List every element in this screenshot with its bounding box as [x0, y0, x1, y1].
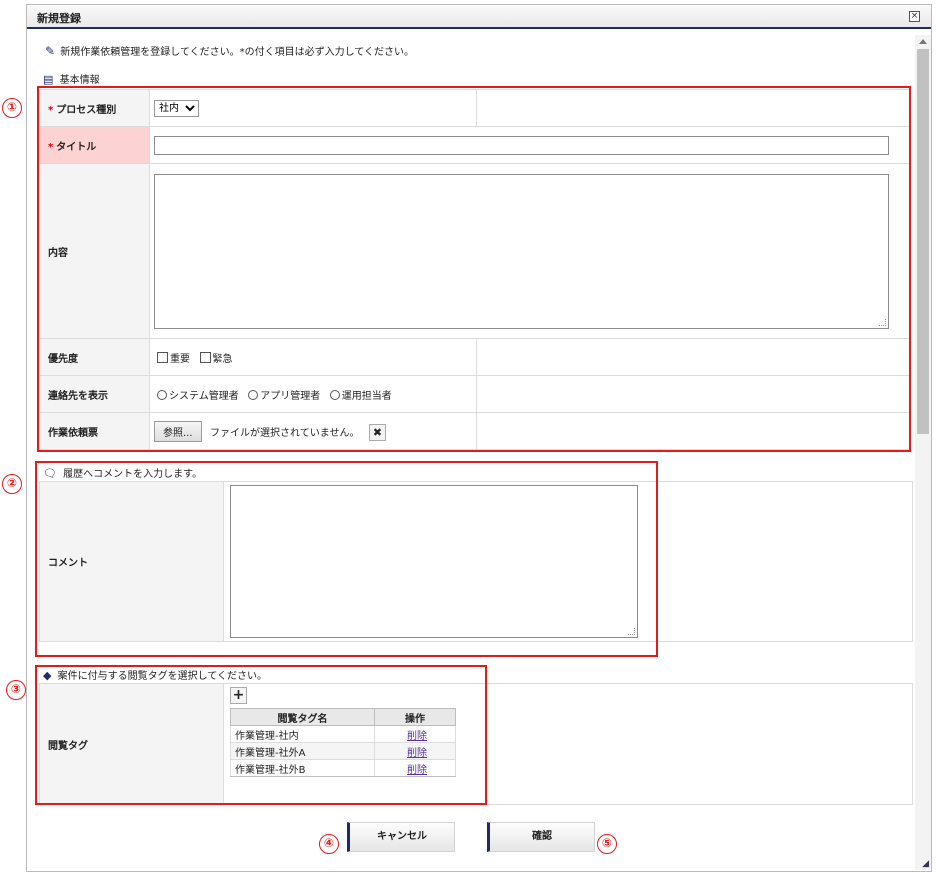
annotation-marker-2: ②: [2, 474, 22, 494]
annotation-marker-5: ⑤: [597, 834, 617, 854]
annotation-box-2: [35, 461, 658, 657]
document-icon: ▤: [43, 73, 54, 86]
annotation-box-3: [35, 665, 487, 805]
intro-text: 新規作業依頼管理を登録してください。*の付く項目は必ず入力してください。: [60, 47, 415, 58]
basic-info-heading: ▤ 基本情報: [43, 73, 100, 86]
intro-message: ✎ 新規作業依頼管理を登録してください。*の付く項目は必ず入力してください。: [45, 43, 414, 58]
annotation-marker-1: ①: [2, 98, 22, 118]
scroll-up-icon[interactable]: [919, 39, 927, 44]
close-icon[interactable]: ×: [909, 11, 920, 22]
annotation-marker-4: ④: [319, 834, 339, 854]
scrollbar[interactable]: [915, 35, 931, 870]
cancel-button[interactable]: キャンセル: [347, 822, 455, 852]
scroll-thumb[interactable]: [917, 49, 929, 434]
titlebar: 新規登録 ×: [27, 5, 931, 29]
annotation-box-1: [37, 86, 911, 452]
resize-grip-icon[interactable]: ◢: [922, 859, 929, 869]
annotation-marker-3: ③: [6, 680, 26, 700]
edit-icon: ✎: [45, 44, 56, 58]
confirm-button[interactable]: 確認: [487, 822, 595, 852]
dialog-title: 新規登録: [37, 12, 81, 25]
